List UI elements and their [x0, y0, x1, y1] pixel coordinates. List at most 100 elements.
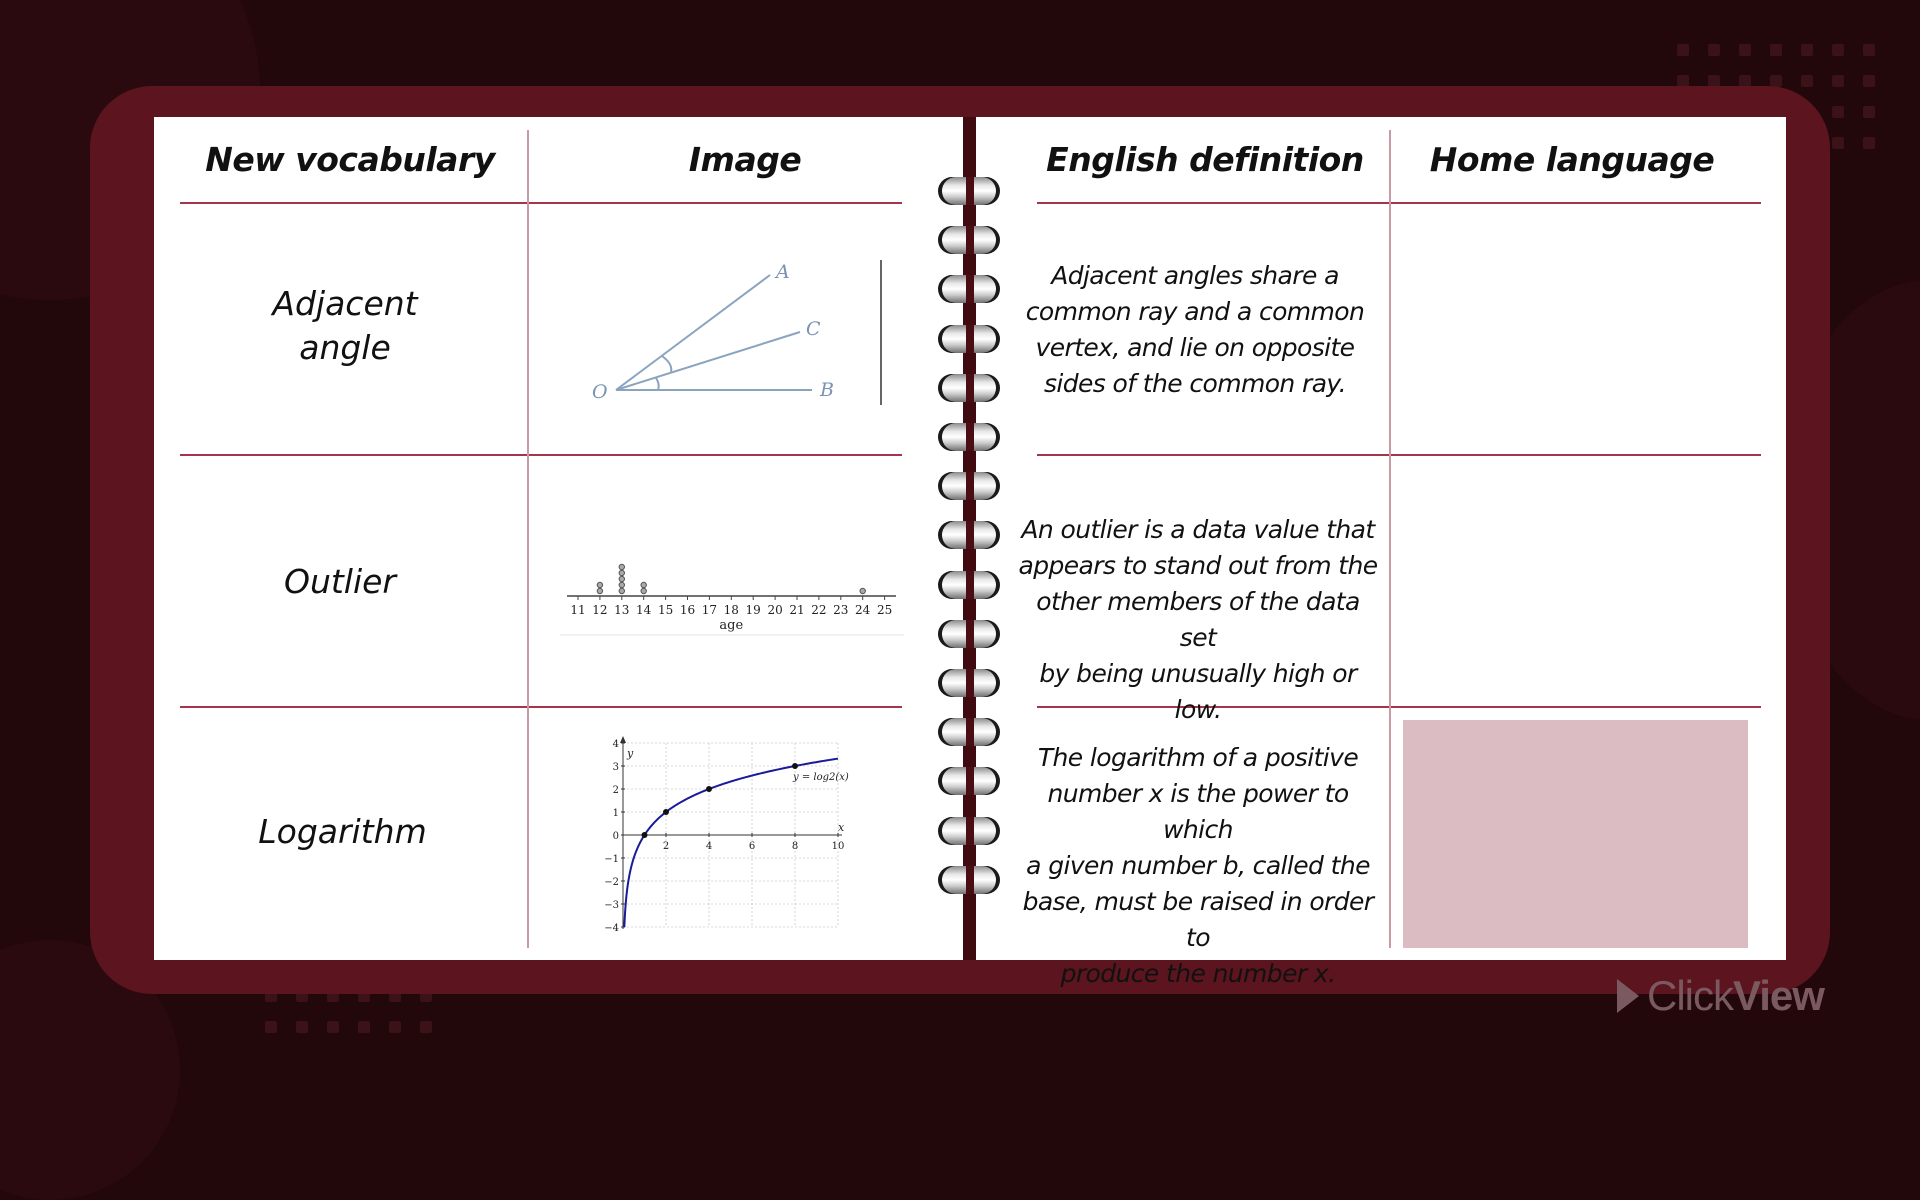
- background-dot: [296, 1021, 308, 1033]
- background-dot: [389, 1021, 401, 1033]
- dot-plot-point: [596, 581, 604, 589]
- dot-plot-axis-label: age: [719, 618, 743, 633]
- row-divider: [180, 454, 902, 456]
- term-line: Adjacent: [272, 284, 418, 323]
- dot-plot-point: [618, 569, 626, 577]
- spiral-ring: [938, 275, 1000, 304]
- log-curve: [623, 757, 839, 928]
- definition-line: number x is the power to which: [1047, 779, 1349, 844]
- spiral-ring: [938, 619, 1000, 648]
- logo-text-bold: View: [1733, 972, 1825, 1019]
- definition-adjacent-angle: Adjacent angles share a common ray and a…: [1025, 258, 1365, 402]
- spiral-ring: [938, 373, 1000, 402]
- dot-plot-tick-label: 25: [877, 603, 892, 617]
- x-tick-label: 4: [706, 841, 712, 852]
- adjacent-angles-diagram: O A C B: [592, 260, 882, 405]
- home-language-cell-adjacent-angle[interactable]: [1403, 215, 1748, 443]
- spiral-ring: [938, 472, 1000, 501]
- column-divider: [527, 130, 529, 948]
- dot-plot-tick-label: 21: [789, 603, 804, 617]
- spiral-ring: [938, 718, 1000, 747]
- y-tick-label: −4: [604, 923, 619, 934]
- header-english-definition: English definition: [1046, 140, 1364, 179]
- home-language-cell-outlier[interactable]: [1403, 467, 1748, 695]
- row-divider: [1037, 202, 1761, 204]
- spiral-ring: [938, 423, 1000, 451]
- term-logarithm: Logarithm: [258, 812, 427, 851]
- y-tick-label: −1: [604, 854, 619, 865]
- background-dot: [358, 1021, 370, 1033]
- background-dot: [327, 1021, 339, 1033]
- dot-plot-tick-label: 13: [614, 603, 629, 617]
- dot-plot-point: [618, 581, 626, 589]
- background-dot: [1863, 106, 1875, 118]
- background-dot: [1863, 75, 1875, 87]
- spiral-ring: [938, 521, 1000, 550]
- background-dot: [1863, 44, 1875, 56]
- dot-plot-point: [618, 587, 626, 595]
- y-tick-label: 2: [613, 785, 619, 796]
- label-b: B: [819, 379, 834, 401]
- header-image: Image: [688, 140, 802, 179]
- ray-oc: [615, 331, 801, 391]
- dot-plot-point: [596, 587, 604, 595]
- row-divider: [180, 706, 902, 708]
- y-axis-label: y: [626, 747, 634, 760]
- y-tick-label: −2: [604, 877, 619, 888]
- home-language-cell-logarithm[interactable]: [1403, 720, 1748, 948]
- y-axis-arrow: [620, 736, 626, 743]
- definition-line: Adjacent angles share a: [1051, 261, 1339, 290]
- column-divider: [1389, 130, 1391, 948]
- definition-line: other members of the data set: [1036, 587, 1360, 652]
- x-tick-label: 6: [749, 841, 755, 852]
- dot-plot-point: [618, 563, 626, 571]
- spiral-ring: [938, 177, 1000, 205]
- angle-arc-aoc: [661, 355, 673, 373]
- log-point: [641, 832, 648, 838]
- spiral-ring: [938, 570, 1000, 599]
- function-label: y = log2(x): [792, 772, 849, 783]
- y-tick-label: 3: [613, 762, 619, 773]
- log-point: [706, 786, 712, 792]
- background-dot: [1832, 75, 1844, 87]
- definition-line: The logarithm of a positive: [1037, 743, 1359, 772]
- background-dot: [1863, 137, 1875, 149]
- dot-plot-tick-label: 14: [636, 603, 652, 617]
- background-dot: [265, 1021, 277, 1033]
- angle-arc-cob: [655, 377, 660, 391]
- y-tick-label: 4: [613, 739, 619, 750]
- background-dot: [1708, 44, 1720, 56]
- label-a: A: [774, 261, 790, 283]
- y-tick-label: 1: [613, 808, 619, 819]
- x-tick-label: 10: [832, 841, 845, 852]
- log2-graph: 2 4 6 8 10 −4 −3 −2 −1 0 1 2 3 4 x y y = log2(x): [604, 736, 849, 934]
- dot-plot-tick-label: 15: [658, 603, 673, 617]
- log-point: [792, 763, 798, 769]
- dot-plot-tick-label: 18: [724, 603, 739, 617]
- dot-plot-tick-label: 16: [680, 603, 695, 617]
- background-dot: [1832, 106, 1844, 118]
- spiral-ring: [938, 324, 1000, 353]
- background-dot: [420, 1021, 432, 1033]
- definition-line: An outlier is a data value that: [1021, 515, 1375, 544]
- dot-plot-tick-label: 20: [767, 603, 782, 617]
- background-dot: [1832, 137, 1844, 149]
- background-dot: [1677, 44, 1689, 56]
- dot-plot-point: [859, 587, 866, 595]
- dot-plot-ages: 11 12 13 14 15 16 17 18 19 20 21 22 23 24 25 age: [560, 563, 904, 636]
- logo-text-light: Click: [1647, 972, 1734, 1019]
- header-new-vocabulary: New vocabulary: [205, 140, 495, 179]
- definition-line: by being unusually high or low.: [1039, 659, 1357, 724]
- definition-logarithm: The logarithm of a positive number x is …: [1018, 740, 1378, 992]
- term-outlier: Outlier: [283, 562, 397, 601]
- x-axis-label: x: [838, 821, 845, 834]
- row-divider: [1037, 454, 1761, 456]
- background-dot: [1770, 44, 1782, 56]
- dot-plot-tick-label: 22: [811, 603, 826, 617]
- dot-plot-tick-label: 23: [833, 603, 848, 617]
- x-tick-label: 8: [792, 841, 798, 852]
- definition-outlier: An outlier is a data value that appears …: [1018, 512, 1378, 728]
- dot-plot-tick-label: 19: [746, 603, 761, 617]
- play-icon: [1617, 979, 1639, 1013]
- y-tick-label: 0: [613, 831, 619, 842]
